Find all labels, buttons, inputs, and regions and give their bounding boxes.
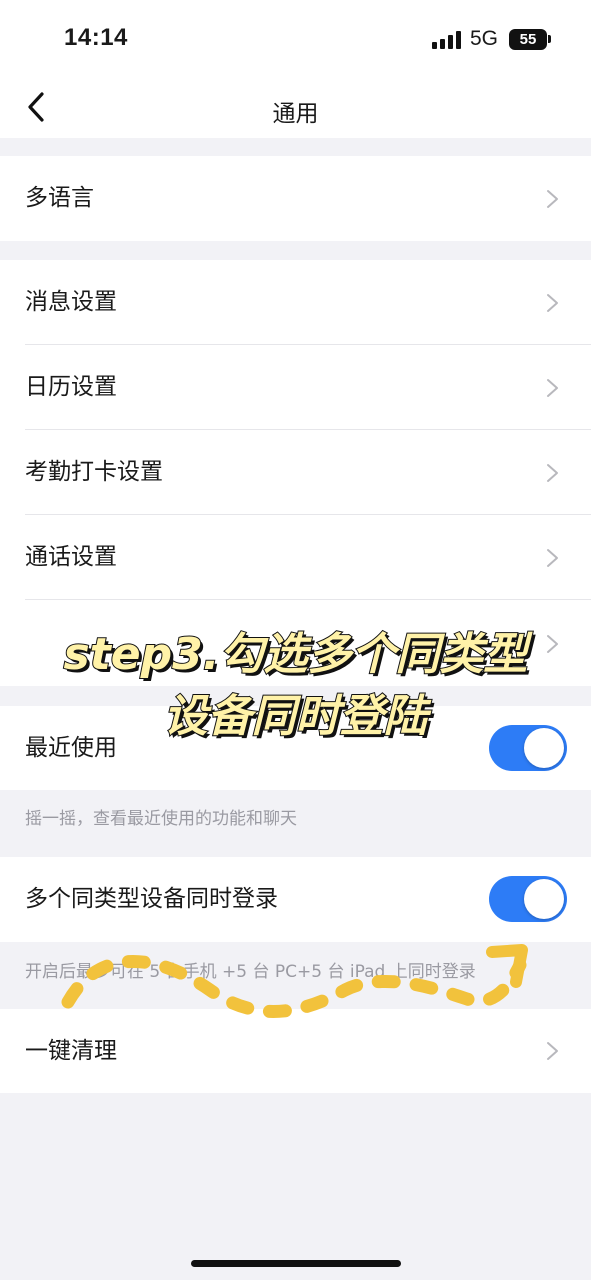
divider (25, 599, 591, 600)
battery-icon: 55 (509, 29, 547, 50)
recent-hint: 摇一摇，查看最近使用的功能和聊天 (25, 809, 297, 829)
network-type: 5G (470, 27, 499, 50)
row-label: 多语言 (25, 185, 94, 211)
chevron-right-icon (547, 1042, 558, 1060)
battery-tip (548, 35, 551, 43)
overlay-step-text-line2: 设备同时登陆 (163, 690, 429, 743)
chevron-right-icon (547, 379, 558, 397)
row-calendar-settings[interactable]: 日历设置 (0, 345, 591, 430)
row-label: 考勤打卡设置 (25, 459, 163, 485)
chevron-right-icon (547, 549, 558, 567)
row-language[interactable]: 多语言 (0, 156, 591, 241)
chevron-right-icon (547, 464, 558, 482)
signal-icon (432, 31, 462, 49)
overlay-step-text-line1: step3.勾选多个同类型 (63, 628, 529, 681)
nav-bar: 通用 (0, 80, 591, 138)
row-attendance-settings[interactable]: 考勤打卡设置 (0, 430, 591, 515)
multi-login-toggle[interactable] (489, 876, 567, 922)
clean-group: 一键清理 (0, 1009, 591, 1093)
chevron-right-icon (547, 190, 558, 208)
row-multi-login: 多个同类型设备同时登录 (0, 857, 591, 942)
row-call-settings[interactable]: 通话设置 (0, 515, 591, 600)
row-label: 通话设置 (25, 544, 117, 570)
row-label: 多个同类型设备同时登录 (25, 886, 278, 912)
language-group: 多语言 (0, 156, 591, 241)
page-title: 通用 (272, 101, 319, 127)
multi-login-hint: 开启后最多可在 5 台手机 +5 台 PC+5 台 iPad 上同时登录 (25, 962, 476, 982)
row-message-settings[interactable]: 消息设置 (0, 260, 591, 345)
row-label: 一键清理 (25, 1038, 117, 1064)
status-bar: 14:14 5G 55 (0, 0, 591, 80)
row-label: 日历设置 (25, 374, 117, 400)
multi-login-group: 多个同类型设备同时登录 (0, 857, 591, 942)
chevron-right-icon (547, 294, 558, 312)
status-time: 14:14 (64, 24, 128, 51)
home-indicator (191, 1260, 401, 1267)
row-one-click-clean[interactable]: 一键清理 (0, 1009, 591, 1093)
toggle-knob (524, 879, 564, 919)
row-label: 消息设置 (25, 289, 117, 315)
